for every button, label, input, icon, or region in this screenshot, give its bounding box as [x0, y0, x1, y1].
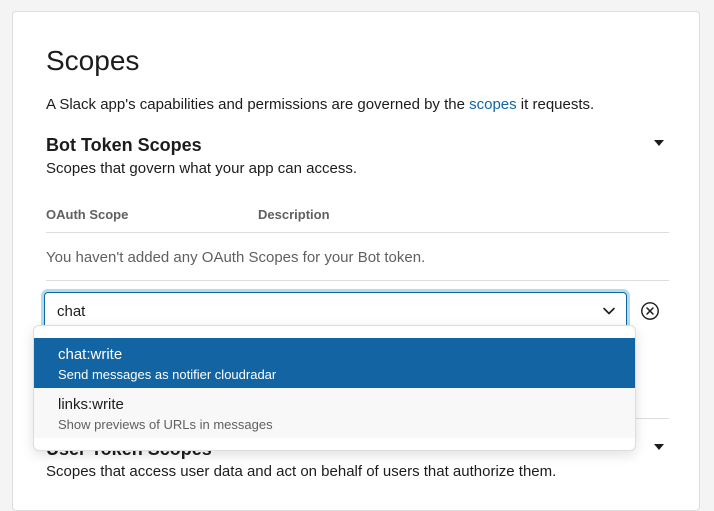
scope-options-dropdown: chat:write Send messages as notifier clo… — [33, 325, 636, 451]
column-header-oauth-scope: OAuth Scope — [46, 207, 129, 222]
scope-option-name: chat:write — [58, 346, 123, 363]
page-title: Scopes — [46, 45, 140, 76]
circle-x-icon[interactable] — [640, 301, 660, 321]
table-divider — [46, 232, 669, 233]
scopes-intro: A Slack app's capabilities and permissio… — [46, 95, 594, 115]
chevron-down-icon[interactable] — [602, 304, 616, 318]
intro-text-before: A Slack app's capabilities and permissio… — [46, 96, 470, 113]
scopes-card: Scopes A Slack app's capabilities and pe… — [12, 11, 700, 511]
scope-option-name: links:write — [58, 396, 124, 413]
scope-option-links-write[interactable]: links:write Show previews of URLs in mes… — [34, 388, 635, 438]
scope-option-description: Send messages as notifier cloudradar — [58, 367, 277, 382]
scope-option-chat-write[interactable]: chat:write Send messages as notifier clo… — [34, 338, 635, 388]
user-scopes-description: Scopes that access user data and act on … — [46, 463, 557, 480]
caret-down-icon[interactable] — [654, 444, 664, 450]
column-header-description: Description — [258, 207, 330, 222]
empty-scopes-message: You haven't added any OAuth Scopes for y… — [46, 249, 426, 266]
intro-text-after: it requests. — [516, 96, 595, 113]
table-divider — [46, 280, 669, 281]
bot-scopes-description: Scopes that govern what your app can acc… — [46, 160, 358, 177]
scopes-link[interactable]: scopes — [469, 96, 517, 113]
bot-scopes-title: Bot Token Scopes — [46, 135, 202, 155]
caret-down-icon[interactable] — [654, 140, 664, 146]
scope-option-description: Show previews of URLs in messages — [58, 417, 273, 432]
scope-search-input[interactable] — [57, 293, 577, 329]
